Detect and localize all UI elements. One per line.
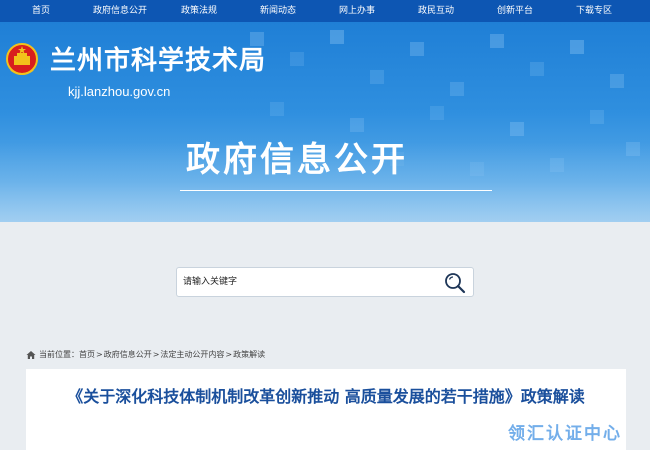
breadcrumb-separator: >	[225, 350, 233, 359]
site-title: 兰州市科学技术局	[50, 46, 267, 76]
site-domain: kjj.lanzhou.gov.cn	[68, 84, 171, 99]
section-title: 政府信息公开	[186, 140, 408, 180]
breadcrumb-item-gov-info[interactable]: 政府信息公开	[104, 349, 152, 360]
search-input[interactable]	[183, 272, 433, 292]
nav-item-interaction[interactable]: 政民互动	[418, 5, 454, 17]
title-underline	[180, 190, 492, 191]
breadcrumb-separator: >	[96, 350, 103, 359]
breadcrumb-prefix: 当前位置：	[39, 350, 79, 359]
breadcrumb-item-disclosure[interactable]: 法定主动公开内容	[160, 349, 224, 360]
breadcrumb-item-home[interactable]: 首页	[79, 349, 95, 360]
nav-item-policy[interactable]: 政策法规	[181, 5, 217, 17]
national-emblem-icon	[6, 43, 38, 75]
article-title: 《关于深化科技体制机制改革创新推动 高质量发展的若干措施》政策解读	[67, 387, 585, 406]
search-icon[interactable]	[443, 271, 467, 295]
nav-item-news[interactable]: 新闻动态	[260, 5, 296, 17]
top-nav-bar: 首页 政府信息公开 政策法规 新闻动态 网上办事 政民互动 创新平台 下载专区	[0, 0, 650, 22]
nav-item-downloads[interactable]: 下载专区	[576, 5, 612, 17]
header-banner: 兰州市科学技术局 kjj.lanzhou.gov.cn 政府信息公开	[0, 22, 650, 222]
watermark: 领汇认证中心	[508, 424, 622, 444]
nav-item-innovation[interactable]: 创新平台	[497, 5, 533, 17]
breadcrumb-separator: >	[152, 350, 160, 359]
nav-item-home[interactable]: 首页	[32, 5, 50, 17]
nav-item-gov-info[interactable]: 政府信息公开	[93, 5, 147, 17]
breadcrumb-item-policy-interpretation[interactable]: 政策解读	[233, 349, 265, 360]
breadcrumb: 当前位置： 首页 > 政府信息公开 > 法定主动公开内容 > 政策解读	[26, 349, 265, 360]
nav-item-online-service[interactable]: 网上办事	[339, 5, 375, 17]
home-icon	[26, 350, 36, 359]
search-box	[176, 267, 474, 297]
